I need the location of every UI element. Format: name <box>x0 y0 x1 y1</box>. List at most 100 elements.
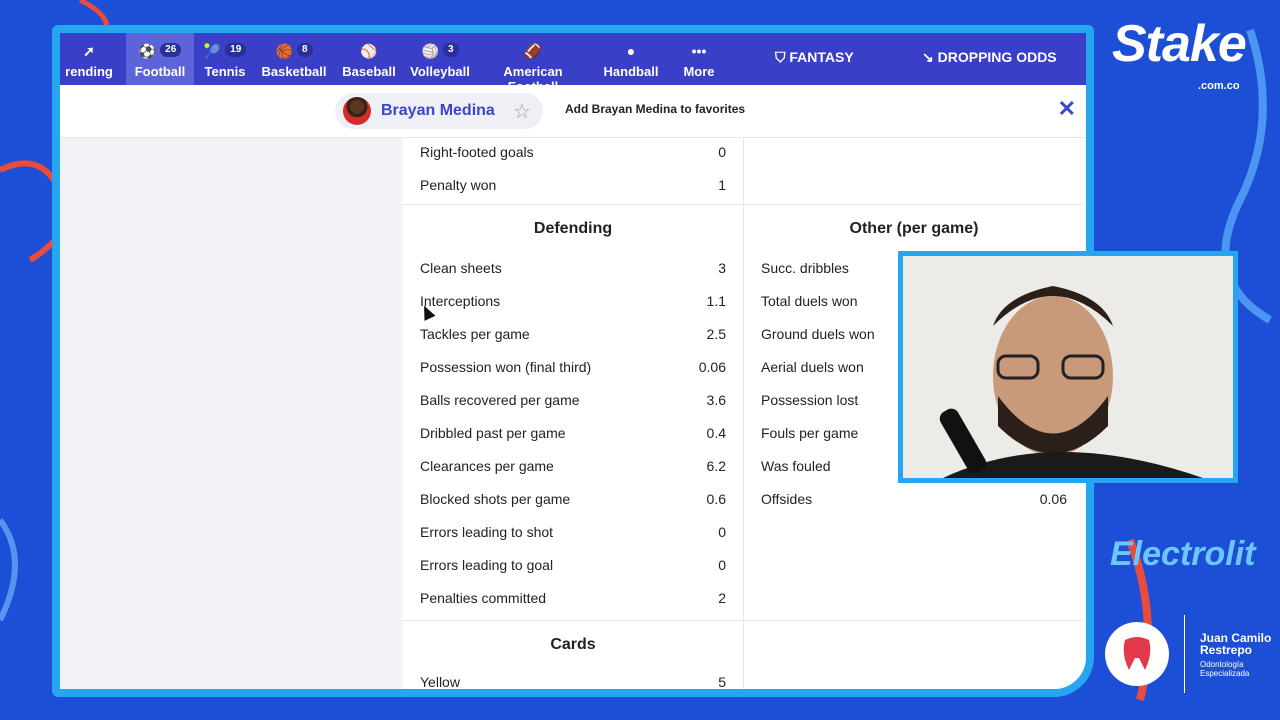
american-football-icon: 🏈 <box>524 43 542 59</box>
stat-value: 0 <box>718 557 726 573</box>
stat-label: Errors leading to shot <box>420 524 554 540</box>
stat-label: Balls recovered per game <box>420 392 580 408</box>
stat-row: Yellow 5 <box>420 674 726 690</box>
stat-row: Clean sheets 3 <box>420 260 726 280</box>
stat-label: Penalty won <box>420 177 497 193</box>
stat-label: Blocked shots per game <box>420 491 571 507</box>
left-panel <box>60 138 403 689</box>
stat-label: Tackles per game <box>420 326 530 342</box>
nav-item-baseball[interactable]: ⚾ Baseball <box>336 33 402 85</box>
stat-label: Succ. dribbles <box>761 260 849 276</box>
stat-row: Tackles per game 2.5 <box>420 326 726 346</box>
stat-label: Clearances per game <box>420 458 554 474</box>
stat-row: Balls recovered per game 3.6 <box>420 392 726 412</box>
stat-row: Dribbled past per game 0.4 <box>420 425 726 445</box>
nav-item-label: Football <box>134 64 186 79</box>
stat-label: Possession lost <box>761 392 859 408</box>
nav-item-label: Volleyball <box>410 64 470 79</box>
dropping-odds-label: DROPPING ODDS <box>937 49 1057 65</box>
stat-value: 1.1 <box>706 293 726 309</box>
webcam-overlay <box>898 251 1238 483</box>
fantasy-link[interactable]: ⛉ FANTASY <box>775 49 854 66</box>
nav-item-label: Tennis <box>204 64 246 79</box>
add-favorite-text: Add Brayan Medina to favorites <box>565 102 746 116</box>
stat-label: Right-footed goals <box>420 144 534 160</box>
trending-icon: ➚ <box>83 43 95 59</box>
stat-label: Yellow <box>420 674 460 690</box>
baseball-icon: ⚾ <box>360 43 378 59</box>
nav-item-american-football[interactable]: 🏈 American Football <box>478 33 588 94</box>
sponsor-subtitle: Odontología Especializada <box>1200 660 1250 678</box>
stat-row: Offsides 0.06 <box>761 491 1067 511</box>
stake-logo: Stake <box>1112 15 1247 73</box>
nav-count-badge: 3 <box>442 43 459 57</box>
stat-label: Total duels won <box>761 293 858 309</box>
favorite-bar: Brayan Medina ☆ Add Brayan Medina to fav… <box>60 85 1086 138</box>
star-icon[interactable]: ☆ <box>513 99 531 124</box>
stat-value: 3 <box>718 260 726 276</box>
stat-row: Blocked shots per game 0.6 <box>420 491 726 511</box>
stat-label: Aerial duels won <box>761 359 864 375</box>
stat-value: 5 <box>718 674 726 690</box>
stat-row: Penalty won 1 <box>420 177 726 197</box>
football-icon: ⚽ <box>138 43 157 59</box>
stat-row: Errors leading to shot 0 <box>420 524 726 544</box>
webcam-image <box>903 256 1233 478</box>
stat-label: Errors leading to goal <box>420 557 554 573</box>
section-title-other: Other (per game) <box>849 220 979 237</box>
stat-value: 0.6 <box>706 491 726 507</box>
nav-item-label: Basketball <box>261 64 327 79</box>
sports-navbar: ➚ rending ⚽ 26 Football 🎾 19 Tennis 🏀 8 Bas… <box>60 33 1086 94</box>
nav-item-tennis[interactable]: 🎾 19 Tennis <box>196 33 254 85</box>
stat-label: Penalties committed <box>420 590 547 606</box>
sponsor-divider <box>1184 615 1185 693</box>
tooth-logo-icon <box>1105 622 1169 686</box>
stat-value: 2 <box>718 590 726 606</box>
stat-row: Right-footed goals 0 <box>420 144 726 164</box>
player-name: Brayan Medina <box>381 102 495 119</box>
section-divider <box>744 620 1084 621</box>
stat-row: Clearances per game 6.2 <box>420 458 726 478</box>
nav-count-badge: 19 <box>225 43 247 57</box>
nav-item-handball[interactable]: ● Handball <box>600 33 662 85</box>
stat-row: Errors leading to goal 0 <box>420 557 726 577</box>
section-divider <box>403 620 743 621</box>
volleyball-icon: 🏐 <box>421 43 439 59</box>
dropping-odds-link[interactable]: ↘ DROPPING ODDS <box>922 49 1057 66</box>
basketball-icon: 🏀 <box>275 43 293 59</box>
sponsor-name: Juan Camilo Restrepo <box>1200 631 1272 657</box>
nav-item-label: Baseball <box>342 64 396 79</box>
stat-value: 0 <box>718 144 726 160</box>
stat-value: 0.06 <box>1039 491 1067 507</box>
nav-count-badge: 8 <box>296 43 313 57</box>
stat-row: Penalties committed 2 <box>420 590 726 610</box>
tennis-icon: 🎾 <box>203 43 222 59</box>
nav-count-badge: 26 <box>160 43 182 57</box>
stat-label: Ground duels won <box>761 326 875 342</box>
nav-item-more[interactable]: ••• More <box>674 33 724 85</box>
stat-label: Clean sheets <box>420 260 502 276</box>
nav-item-label: More <box>683 64 715 79</box>
stat-label: Offsides <box>761 491 813 507</box>
nav-item-football[interactable]: ⚽ 26 Football <box>126 33 194 85</box>
nav-item-trending[interactable]: ➚ rending <box>60 33 118 85</box>
nav-item-basketball[interactable]: 🏀 8 Basketball <box>256 33 332 85</box>
player-pill[interactable]: Brayan Medina ☆ <box>335 93 543 129</box>
section-divider <box>403 204 743 205</box>
stat-value: 0.4 <box>706 425 726 441</box>
section-title-defending: Defending <box>533 220 613 237</box>
stat-label: Fouls per game <box>761 425 859 441</box>
stat-label: Interceptions <box>420 293 501 309</box>
stat-value: 0 <box>718 524 726 540</box>
nav-item-volleyball[interactable]: 🏐 3 Volleyball <box>404 33 476 85</box>
stat-value: 2.5 <box>706 326 726 342</box>
close-icon[interactable]: ✕ <box>1058 96 1076 122</box>
more-icon: ••• <box>691 43 707 59</box>
stake-logo-domain: .com.co <box>1198 80 1240 92</box>
stat-value: 3.6 <box>706 392 726 408</box>
fantasy-label: FANTASY <box>789 49 854 65</box>
section-title-cards: Cards <box>550 636 596 653</box>
stat-row: Possession won (final third) 0.06 <box>420 359 726 379</box>
nav-item-label: Handball <box>603 64 659 79</box>
stat-value: 1 <box>718 177 726 193</box>
